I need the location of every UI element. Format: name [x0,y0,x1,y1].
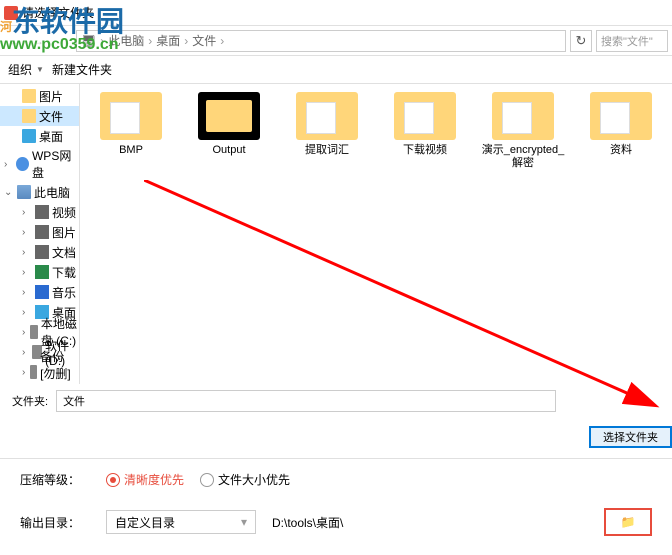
app-icon [4,6,18,20]
refresh-button[interactable]: ↻ [570,30,592,52]
back-button[interactable]: ← [4,31,24,51]
output-path: D:\tools\桌面\ [272,514,588,531]
folder-materials[interactable]: 资料 [578,92,664,157]
titlebar: 请选择文件夹 [0,0,672,26]
new-folder-button[interactable]: 新建文件夹 [52,61,112,78]
folder-name-label: 文件夹: [12,393,48,409]
output-row: 输出目录： 自定义目录▾ D:\tools\桌面\ 📁 [0,498,672,546]
toolbar: 组织▼ 新建文件夹 [0,56,672,84]
organize-menu[interactable]: 组织▼ [8,61,44,78]
sidebar-item-pictures[interactable]: 图片 [0,86,79,106]
sidebar-item-drive-e[interactable]: ›备份[勿删] (E:) [0,362,79,382]
radio-filesize[interactable]: 文件大小优先 [200,471,290,488]
folder-content: BMP Output 提取词汇 下载视频 演示_encrypted_解密 资料 [80,84,672,384]
sidebar-item-desktop[interactable]: 桌面 [0,126,79,146]
up-button[interactable]: ↑ [52,31,72,51]
folder-bmp[interactable]: BMP [88,92,174,157]
radio-clarity[interactable]: 清晰度优先 [106,471,184,488]
search-input[interactable]: 搜索"文件" [596,30,668,52]
sidebar: 图片 文件 桌面 ›WPS网盘 ⌄此电脑 ›视频 ›图片 ›文档 ›下载 ›音乐… [0,84,80,384]
compress-row: 压缩等级： 清晰度优先 文件大小优先 [0,461,672,498]
sidebar-item-wps[interactable]: ›WPS网盘 [0,154,79,174]
sidebar-item-downloads[interactable]: ›下载 [0,262,79,282]
sidebar-item-music[interactable]: ›音乐 [0,282,79,302]
browse-folder-button[interactable]: 📁 [604,508,652,536]
output-label: 输出目录： [20,514,90,531]
compress-label: 压缩等级： [20,471,90,488]
navbar: ← → ↑ 🖥 › 此电脑 › 桌面 › 文件 › ↻ 搜索"文件" [0,26,672,56]
output-mode-dropdown[interactable]: 自定义目录▾ [106,510,256,534]
sidebar-item-videos[interactable]: ›视频 [0,202,79,222]
folder-extract[interactable]: 提取词汇 [284,92,370,157]
pc-icon: 🖥 [81,34,96,48]
folder-download-video[interactable]: 下载视频 [382,92,468,157]
sidebar-item-documents[interactable]: ›文档 [0,242,79,262]
sidebar-item-pictures2[interactable]: ›图片 [0,222,79,242]
folder-icon: 📁 [621,515,636,529]
breadcrumb[interactable]: 🖥 › 此电脑 › 桌面 › 文件 › [76,30,566,52]
select-folder-button[interactable]: 选择文件夹 [589,426,672,448]
window-title: 请选择文件夹 [22,4,94,21]
forward-button[interactable]: → [28,31,48,51]
folder-name-input[interactable] [56,390,556,412]
sidebar-item-files[interactable]: 文件 [0,106,79,126]
folder-demo-encrypted[interactable]: 演示_encrypted_解密 [480,92,566,170]
folder-output[interactable]: Output [186,92,272,157]
sidebar-item-thispc[interactable]: ⌄此电脑 [0,182,79,202]
